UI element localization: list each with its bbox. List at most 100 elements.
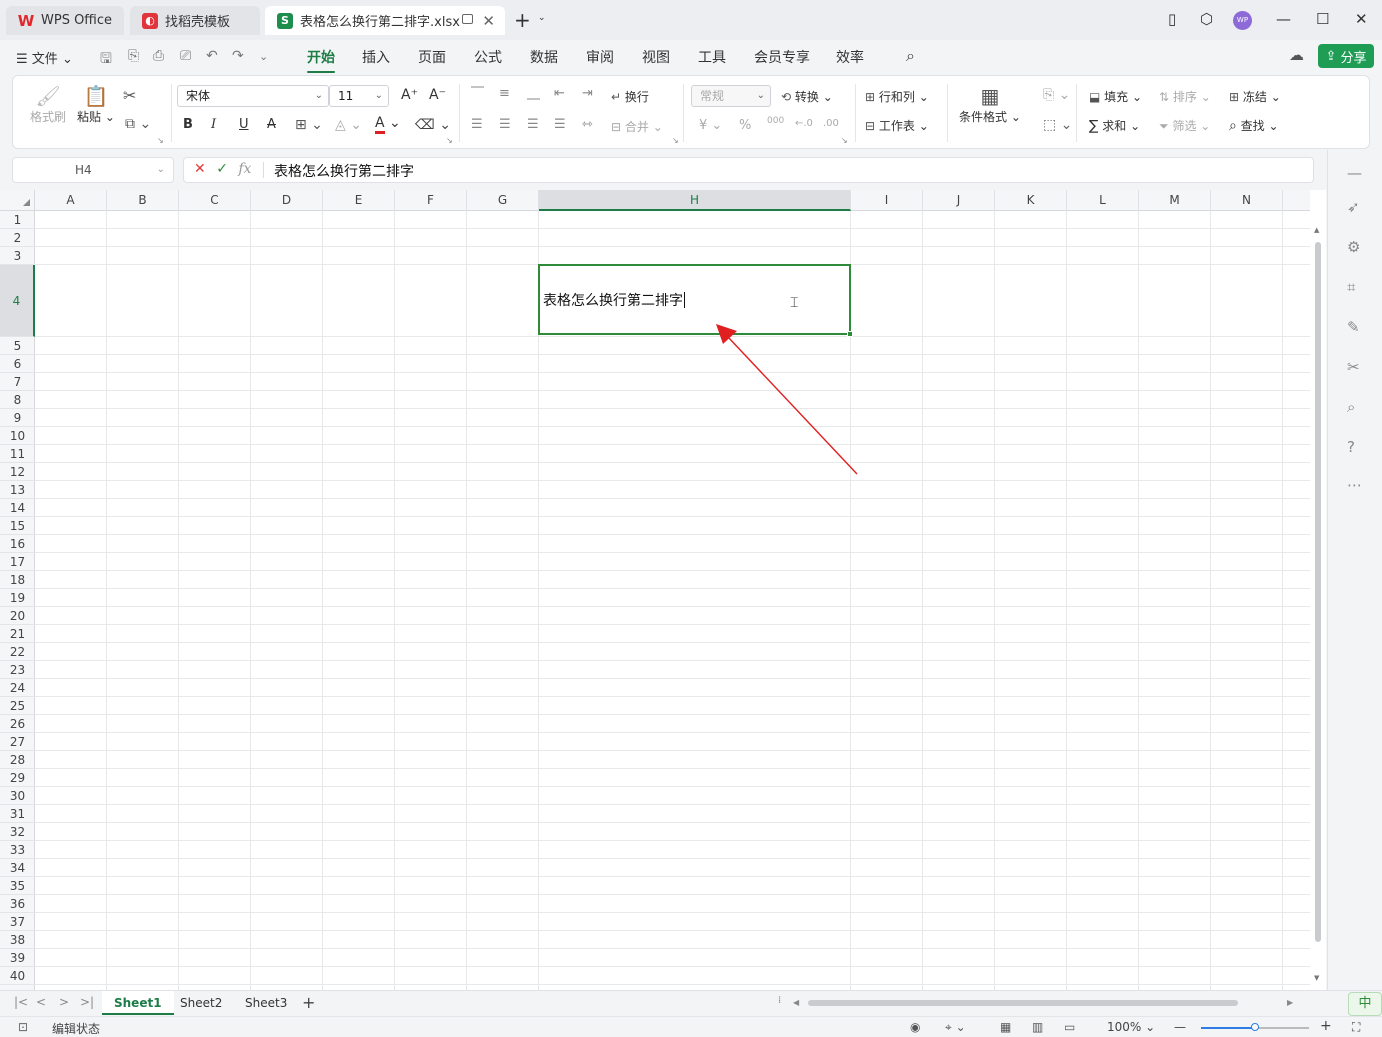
chevron-down-icon[interactable]: ⌄ <box>538 13 546 23</box>
cube-icon[interactable]: ⬡ <box>1200 10 1213 28</box>
bold-icon[interactable]: B <box>183 117 193 132</box>
row-header-4[interactable]: 4 <box>0 265 35 337</box>
row-header-38[interactable]: 38 <box>0 931 35 949</box>
column-header-l[interactable]: L <box>1067 190 1139 211</box>
sort-button[interactable]: ⇅ 排序 ⌄ <box>1159 88 1211 105</box>
scroll-left-icon[interactable]: ◀ <box>793 998 799 1007</box>
increase-font-icon[interactable]: A⁺ <box>401 87 418 103</box>
layout-icon[interactable]: ▯ <box>1168 10 1176 28</box>
tab-wps-office[interactable]: W WPS Office <box>6 6 124 35</box>
quick-access-more-icon[interactable]: ⌄ <box>259 50 268 63</box>
cell-style-icon[interactable]: ⎘ ⌄ <box>1043 87 1070 103</box>
image-edit-icon[interactable]: ✎ <box>1347 318 1360 336</box>
tab-data[interactable]: 数据 <box>530 47 558 67</box>
column-header-m[interactable]: M <box>1139 190 1211 211</box>
sheet-tab-sheet3[interactable]: Sheet3 <box>233 991 299 1015</box>
hscroll-divider-icon[interactable]: ⁞ <box>778 995 781 1006</box>
save-icon[interactable]: 🖫 <box>100 48 112 72</box>
file-menu[interactable]: ☰ 文件 ⌄ <box>16 48 73 67</box>
font-dialog-launcher-icon[interactable]: ↘ <box>446 136 453 145</box>
cancel-icon[interactable]: ✕ <box>194 161 206 177</box>
row-header-7[interactable]: 7 <box>0 373 35 391</box>
row-header-18[interactable]: 18 <box>0 571 35 589</box>
row-header-36[interactable]: 36 <box>0 895 35 913</box>
redo-icon[interactable]: ↷ <box>232 48 244 64</box>
sheet-tab-sheet1[interactable]: Sheet1 <box>102 991 174 1015</box>
column-header-a[interactable]: A <box>35 190 107 211</box>
clipboard-dialog-launcher-icon[interactable]: ↘ <box>157 136 164 145</box>
row-header-11[interactable]: 11 <box>0 445 35 463</box>
row-header-1[interactable]: 1 <box>0 211 35 229</box>
maximize-icon[interactable]: ☐ <box>1316 10 1329 28</box>
row-header-12[interactable]: 12 <box>0 463 35 481</box>
conditional-format-button[interactable]: ▦ 条件格式 ⌄ <box>959 84 1021 125</box>
row-header-13[interactable]: 13 <box>0 481 35 499</box>
zoom-out-icon[interactable]: — <box>1174 1020 1186 1034</box>
eraser-icon[interactable]: ⌫ ⌄ <box>415 117 451 133</box>
align-top-icon[interactable]: ⎺ <box>471 86 484 101</box>
fill-color-icon[interactable]: ◬ ⌄ <box>335 117 362 133</box>
column-header-e[interactable]: E <box>323 190 395 211</box>
tab-review[interactable]: 审阅 <box>586 47 614 67</box>
row-header-31[interactable]: 31 <box>0 805 35 823</box>
row-header-22[interactable]: 22 <box>0 643 35 661</box>
row-header-15[interactable]: 15 <box>0 517 35 535</box>
share-doc-icon[interactable]: ⎘ <box>128 48 139 64</box>
close-tab-icon[interactable]: ✕ <box>482 12 495 30</box>
more-icon[interactable]: ⋯ <box>1347 476 1362 494</box>
row-header-35[interactable]: 35 <box>0 877 35 895</box>
column-header-n[interactable]: N <box>1211 190 1283 211</box>
worksheet-button[interactable]: ⊟ 工作表 ⌄ <box>865 117 929 134</box>
row-header-5[interactable]: 5 <box>0 337 35 355</box>
row-header-32[interactable]: 32 <box>0 823 35 841</box>
collapse-panel-icon[interactable]: — <box>1347 164 1362 182</box>
column-header-d[interactable]: D <box>251 190 323 211</box>
paste-button[interactable]: 📋 粘贴 ⌄ <box>77 84 115 125</box>
adjust-settings-icon[interactable]: ⚙ <box>1347 238 1360 256</box>
prev-sheet-icon[interactable]: < <box>36 995 46 1009</box>
tab-window-icon[interactable] <box>462 14 473 24</box>
underline-icon[interactable]: U <box>239 117 249 132</box>
alignment-dialog-launcher-icon[interactable]: ↘ <box>672 136 679 145</box>
decrease-font-icon[interactable]: A⁻ <box>429 87 446 103</box>
horizontal-scroll-thumb[interactable] <box>808 1000 1238 1006</box>
help-icon[interactable]: ? <box>1347 438 1355 456</box>
tools-icon[interactable]: ✂ <box>1347 358 1360 376</box>
tab-current-file[interactable]: S 表格怎么换行第二排字.xlsx ✕ <box>265 6 505 35</box>
borders-icon[interactable]: ⊞ ⌄ <box>295 117 323 133</box>
active-cell-h4[interactable]: 表格怎么换行第二排字 <box>538 264 853 337</box>
align-middle-icon[interactable]: ≡ <box>499 86 510 101</box>
row-header-27[interactable]: 27 <box>0 733 35 751</box>
scroll-right-icon[interactable]: ▶ <box>1287 998 1293 1007</box>
cut-icon[interactable]: ✂ <box>123 86 136 105</box>
fullscreen-icon[interactable]: ⛶ <box>1352 1020 1360 1035</box>
column-header-j[interactable]: J <box>923 190 995 211</box>
table-style-icon[interactable]: ⬚ ⌄ <box>1043 117 1072 133</box>
convert-button[interactable]: ⟲ 转换 ⌄ <box>781 88 833 105</box>
freeze-button[interactable]: ⊞ 冻结 ⌄ <box>1229 88 1281 105</box>
select-all-corner[interactable] <box>0 190 35 211</box>
row-header-23[interactable]: 23 <box>0 661 35 679</box>
decrease-decimal-icon[interactable]: .00 <box>823 118 839 129</box>
number-dialog-launcher-icon[interactable]: ↘ <box>841 136 848 145</box>
font-size-select[interactable]: 11 ⌄ <box>329 85 389 107</box>
tab-insert[interactable]: 插入 <box>362 47 390 67</box>
row-header-25[interactable]: 25 <box>0 697 35 715</box>
justify-icon[interactable]: ☰ <box>554 117 566 132</box>
column-header-i[interactable]: I <box>851 190 923 211</box>
cloud-icon[interactable]: ☁ <box>1289 46 1304 64</box>
align-bottom-icon[interactable]: ⎽ <box>527 86 540 101</box>
number-format-select[interactable]: 常规 ⌄ <box>691 85 771 107</box>
row-header-39[interactable]: 39 <box>0 949 35 967</box>
row-header-29[interactable]: 29 <box>0 769 35 787</box>
ime-indicator[interactable]: 中 <box>1348 992 1382 1016</box>
crop-icon[interactable]: ⌗ <box>1347 278 1355 296</box>
row-header-33[interactable]: 33 <box>0 841 35 859</box>
rows-columns-button[interactable]: ⊞ 行和列 ⌄ <box>865 88 929 105</box>
page-layout-view-icon[interactable]: ▥ <box>1032 1020 1043 1034</box>
zoom-in-icon[interactable]: + <box>1320 1018 1332 1034</box>
insert-function-icon[interactable]: fx <box>238 161 251 177</box>
column-header-k[interactable]: K <box>995 190 1067 211</box>
currency-format-button[interactable]: ¥ ⌄ <box>699 118 722 133</box>
distributed-icon[interactable]: ⇿ <box>582 117 593 132</box>
